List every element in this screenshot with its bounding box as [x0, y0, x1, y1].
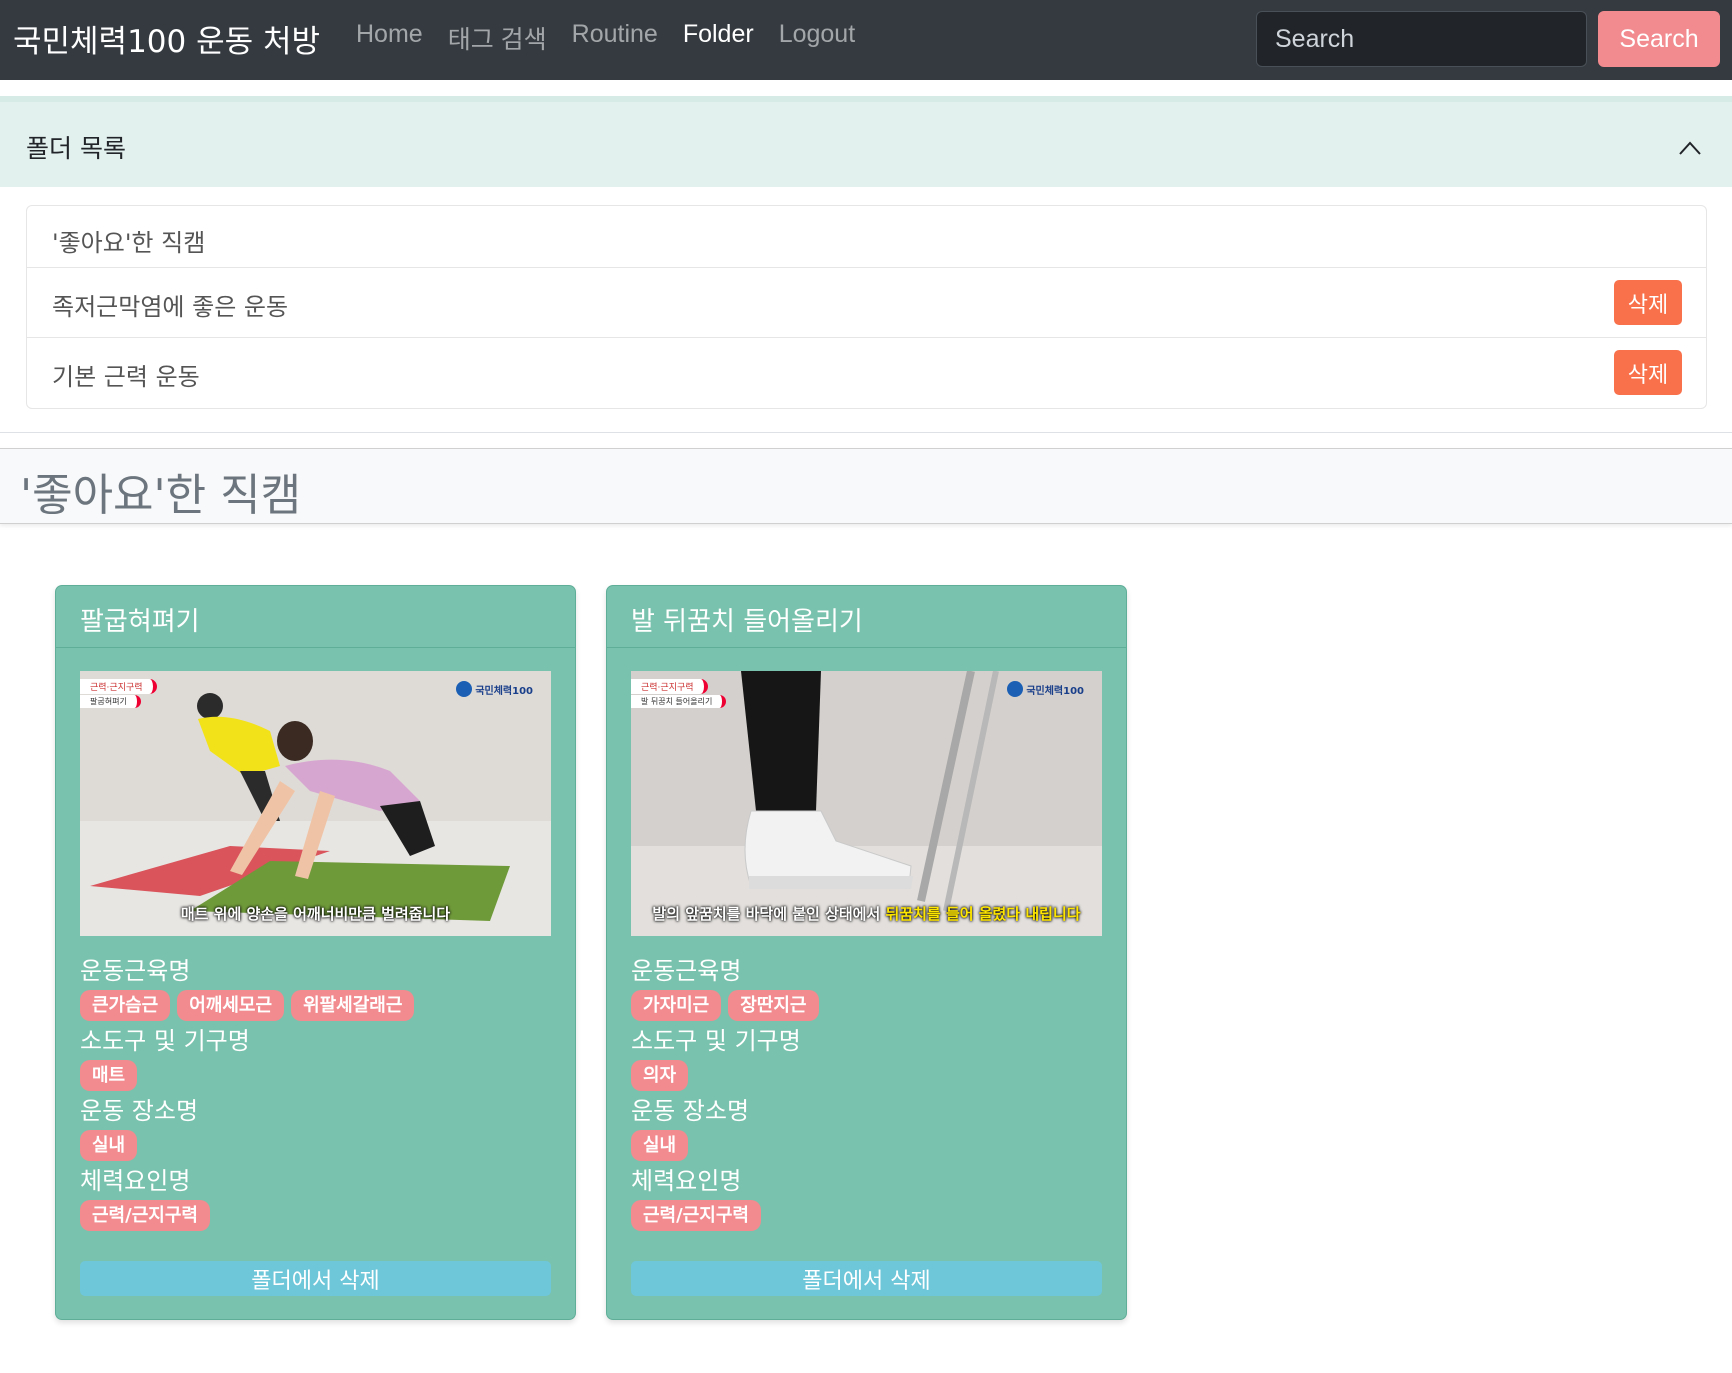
location-badges: 실내: [80, 1130, 138, 1161]
location-badges: 실내: [631, 1130, 689, 1161]
search-input[interactable]: [1256, 11, 1587, 67]
nav-links: Home 태그 검색 Routine Folder Logout: [356, 20, 880, 56]
caption-text: 매트 위에 양손을 어깨너비만큼 벌려줍니다: [180, 905, 451, 923]
accordion-title: 폴더 목록: [26, 134, 126, 163]
fitness-label: 체력요인명: [80, 1167, 191, 1195]
exercise-card: 팔굽혀펴기 근력·근지구력 팔굽혀펴기 국민체력100 매트 위에 양손을 어깨…: [55, 585, 576, 1320]
video-thumbnail[interactable]: 근력·근지구력 팔굽혀펴기 국민체력100 매트 위에 양손을 어깨너비만큼 벌…: [80, 671, 551, 936]
thumbnail-tag: 근력·근지구력: [80, 679, 157, 694]
folder-title-bar: '좋아요'한 직캠: [0, 448, 1732, 524]
folder-item-plantar[interactable]: 족저근막염에 좋은 운동 삭제: [27, 268, 1706, 338]
tools-badges: 의자: [631, 1060, 689, 1091]
fitness-label: 체력요인명: [631, 1167, 742, 1195]
logo-mark: 국민체력100: [456, 681, 533, 697]
video-thumbnail[interactable]: 근력·근지구력 발 뒤꿈치 들어올리기 국민체력100 발의 앞꿈치를 바닥에 …: [631, 671, 1102, 936]
search-button[interactable]: Search: [1598, 11, 1720, 67]
folder-item-basic-strength[interactable]: 기본 근력 운동 삭제: [27, 338, 1706, 408]
muscles-badges: 큰가슴근 어깨세모근 위팔세갈래근: [80, 990, 415, 1021]
exercise-card: 발 뒤꿈치 들어올리기 근력·근지구력 발 뒤꿈치 들어올리기 국민체력100 …: [606, 585, 1127, 1320]
accordion-header[interactable]: 폴더 목록: [0, 96, 1732, 187]
tag-badge[interactable]: 장딴지근: [728, 990, 819, 1021]
logo-icon: [456, 681, 473, 697]
card-title[interactable]: 팔굽혀펴기: [80, 601, 200, 638]
tag-badge[interactable]: 위팔세갈래근: [291, 990, 415, 1021]
nav-link-folder[interactable]: Folder: [683, 20, 754, 56]
video-caption: 발의 앞꿈치를 바닥에 붙인 상태에서 뒤꿈치를 들어 올렸다 내립니다: [631, 903, 1102, 924]
muscles-badges: 가자미근 장딴지근: [631, 990, 819, 1021]
delete-folder-button[interactable]: 삭제: [1614, 280, 1682, 325]
brand-title[interactable]: 국민체력100 운동 처방: [13, 16, 320, 61]
tag-badge[interactable]: 가자미근: [631, 990, 722, 1021]
logo-icon: [1007, 681, 1024, 697]
card-header: 발 뒤꿈치 들어올리기: [607, 586, 1126, 648]
thumbnail-subtag: 팔굽혀펴기: [80, 695, 141, 708]
nav-link-logout[interactable]: Logout: [779, 20, 855, 56]
remove-from-folder-button[interactable]: 폴더에서 삭제: [80, 1261, 551, 1296]
muscles-label: 운동근육명: [631, 957, 742, 985]
location-label: 운동 장소명: [631, 1097, 750, 1125]
navbar: 국민체력100 운동 처방 Home 태그 검색 Routine Folder …: [0, 0, 1732, 80]
tag-badge[interactable]: 큰가슴근: [80, 990, 171, 1021]
logo-mark: 국민체력100: [1007, 681, 1084, 697]
card-title[interactable]: 발 뒤꿈치 들어올리기: [631, 601, 863, 638]
tools-badges: 매트: [80, 1060, 138, 1091]
thumbnail-tag: 근력·근지구력: [631, 679, 708, 694]
delete-folder-button[interactable]: 삭제: [1614, 350, 1682, 395]
tag-badge[interactable]: 실내: [631, 1130, 689, 1161]
thumbnail-subtag: 발 뒤꿈치 들어올리기: [631, 695, 727, 708]
folder-item-label: '좋아요'한 직캠: [52, 229, 206, 257]
chevron-up-icon[interactable]: [1679, 138, 1701, 160]
tools-label: 소도구 및 기구명: [631, 1027, 801, 1055]
tag-badge[interactable]: 실내: [80, 1130, 138, 1161]
tools-label: 소도구 및 기구명: [80, 1027, 250, 1055]
card-header: 팔굽혀펴기: [56, 586, 575, 648]
nav-link-home[interactable]: Home: [356, 20, 423, 56]
muscles-label: 운동근육명: [80, 957, 191, 985]
logo-text: 국민체력100: [475, 685, 533, 697]
tag-badge[interactable]: 매트: [80, 1060, 138, 1091]
page-title: '좋아요'한 직캠: [20, 470, 302, 521]
folder-item-liked[interactable]: '좋아요'한 직캠: [27, 206, 1706, 268]
folder-item-label: 기본 근력 운동: [52, 363, 200, 391]
remove-from-folder-button[interactable]: 폴더에서 삭제: [631, 1261, 1102, 1296]
fitness-badges: 근력/근지구력: [631, 1200, 761, 1231]
tag-badge[interactable]: 어깨세모근: [177, 990, 285, 1021]
video-caption: 매트 위에 양손을 어깨너비만큼 벌려줍니다: [80, 903, 551, 924]
folder-list-accordion: 폴더 목록 '좋아요'한 직캠 족저근막염에 좋은 운동 삭제 기본 근력 운동…: [0, 96, 1732, 433]
logo-text: 국민체력100: [1026, 685, 1084, 697]
nav-link-routine[interactable]: Routine: [572, 20, 658, 56]
location-label: 운동 장소명: [80, 1097, 199, 1125]
tag-badge[interactable]: 근력/근지구력: [631, 1200, 761, 1231]
tag-badge[interactable]: 근력/근지구력: [80, 1200, 210, 1231]
pushup-scene-image: [80, 671, 551, 936]
heel-raise-scene-image: [631, 671, 1102, 936]
fitness-badges: 근력/근지구력: [80, 1200, 210, 1231]
folder-item-label: 족저근막염에 좋은 운동: [52, 293, 289, 321]
tag-badge[interactable]: 의자: [631, 1060, 689, 1091]
caption-highlight: 뒤꿈치를 들어 올렸다 내립니다: [885, 905, 1081, 923]
folder-list: '좋아요'한 직캠 족저근막염에 좋은 운동 삭제 기본 근력 운동 삭제: [26, 205, 1707, 409]
nav-link-tag-search[interactable]: 태그 검색: [448, 20, 547, 56]
caption-text: 발의 앞꿈치를 바닥에 붙인 상태에서: [652, 905, 886, 923]
